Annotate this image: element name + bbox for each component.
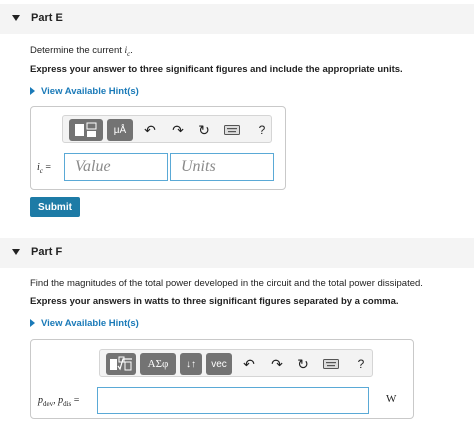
part-f-title: Part F <box>31 246 63 258</box>
part-f-answer-box: ΑΣφ ↓↑ vec ↶ ↷ ↻ ? pdev, pdis = W <box>30 339 414 419</box>
part-e-title: Part E <box>31 12 63 24</box>
collapse-caret-icon[interactable] <box>12 249 20 255</box>
part-e-toolbar: μÅ ↶ ↷ ↻ ? <box>62 115 272 143</box>
part-f-toolbar: ΑΣφ ↓↑ vec ↶ ↷ ↻ ? <box>99 349 373 377</box>
part-f-prompt: Find the magnitudes of the total power d… <box>30 278 423 289</box>
part-e-instruction: Express your answer to three significant… <box>30 64 403 75</box>
submit-button[interactable]: Submit <box>30 197 80 217</box>
part-f-hint-link[interactable]: View Available Hint(s) <box>30 318 139 329</box>
part-f-header[interactable]: Part F <box>0 238 474 268</box>
collapse-caret-icon[interactable] <box>12 15 20 21</box>
undo-icon[interactable]: ↶ <box>240 355 258 373</box>
help-button[interactable]: ? <box>352 355 370 373</box>
unit-label: W <box>386 393 397 405</box>
template-icon <box>75 122 97 137</box>
part-f-answer-label: pdev, pdis = <box>38 395 80 408</box>
part-e-answer-label: ic = <box>37 162 52 175</box>
reset-icon[interactable]: ↻ <box>195 121 213 139</box>
part-e-answer-box: μÅ ↶ ↷ ↻ ? ic = Value Units <box>30 106 286 190</box>
sort-button[interactable]: ↓↑ <box>180 353 202 375</box>
undo-icon[interactable]: ↶ <box>141 121 159 139</box>
template-button[interactable] <box>106 353 136 375</box>
template-icon <box>110 356 132 371</box>
part-e-prompt: Determine the current ic. <box>30 45 133 58</box>
value-input[interactable]: Value <box>64 153 168 181</box>
greek-symbols-button[interactable]: ΑΣφ <box>140 353 176 375</box>
units-input[interactable]: Units <box>170 153 274 181</box>
part-e-header[interactable]: Part E <box>0 4 474 34</box>
part-e-hint-link[interactable]: View Available Hint(s) <box>30 86 139 97</box>
help-button[interactable]: ? <box>253 121 271 139</box>
redo-icon[interactable]: ↷ <box>169 121 187 139</box>
power-answer-input[interactable] <box>97 387 369 414</box>
redo-icon[interactable]: ↷ <box>268 355 286 373</box>
reset-icon[interactable]: ↻ <box>294 355 312 373</box>
units-button[interactable]: μÅ <box>107 119 133 141</box>
vector-button[interactable]: vec <box>206 353 232 375</box>
keyboard-icon[interactable] <box>221 121 243 139</box>
expand-triangle-icon <box>30 319 35 327</box>
keyboard-icon[interactable] <box>320 355 342 373</box>
expand-triangle-icon <box>30 87 35 95</box>
template-button[interactable] <box>69 119 103 141</box>
part-f-instruction: Express your answers in watts to three s… <box>30 296 399 307</box>
